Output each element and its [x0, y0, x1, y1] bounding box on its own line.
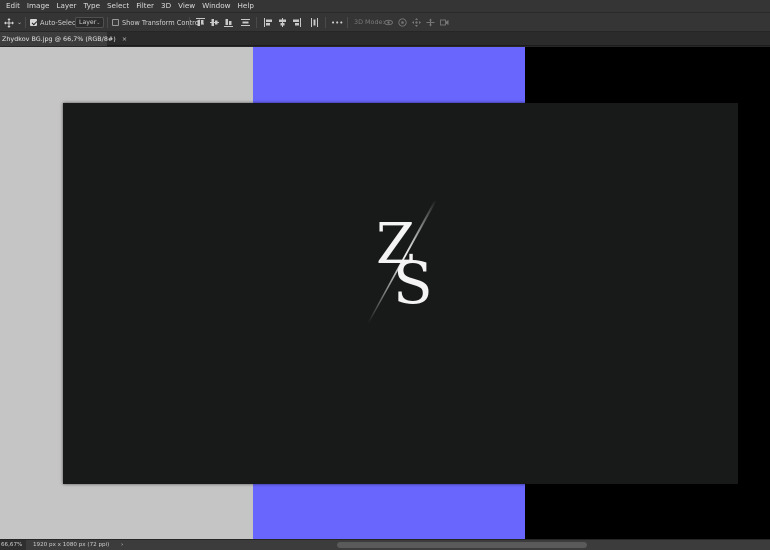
- document-size-info: 1920 px x 1080 px (72 ppi): [33, 542, 110, 548]
- menu-edit[interactable]: Edit: [0, 0, 23, 12]
- slide-3d-icon[interactable]: [426, 18, 435, 27]
- menu-filter[interactable]: Filter: [133, 0, 158, 12]
- roll-3d-icon[interactable]: [398, 18, 407, 27]
- divider: [325, 17, 326, 28]
- divider: [107, 17, 108, 28]
- menu-select[interactable]: Select: [104, 0, 133, 12]
- scale-3d-icon[interactable]: [440, 18, 449, 27]
- horizontal-scroll-thumb[interactable]: [337, 542, 587, 548]
- show-transform-checkbox[interactable]: [112, 19, 119, 26]
- options-bar: ⌄ Auto-Select: Layer ⌄ Show Transform Co…: [0, 12, 770, 32]
- document-tab-title: Zhydkov BG.jpg @ 66,7% (RGB/8#): [2, 35, 116, 43]
- auto-select-toggle[interactable]: Auto-Select:: [30, 13, 80, 32]
- align-top-edges-icon[interactable]: [196, 18, 205, 27]
- auto-select-checkbox[interactable]: [30, 19, 37, 26]
- status-info-arrow-icon[interactable]: ›: [121, 540, 123, 550]
- zoom-level-field[interactable]: 66,67%: [0, 540, 26, 550]
- distribute-horizontal-icon[interactable]: [310, 18, 319, 27]
- align-left-edges-icon[interactable]: [264, 18, 273, 27]
- auto-select-target-value: Layer: [79, 19, 97, 26]
- divider: [347, 17, 348, 28]
- document-tab[interactable]: Zhydkov BG.jpg @ 66,7% (RGB/8#) ×: [0, 32, 127, 46]
- more-icon: •••: [331, 18, 344, 27]
- chevron-down-icon: ⌄: [17, 19, 23, 26]
- zs-logo: Z S: [367, 201, 437, 323]
- logo-letter-s: S: [393, 249, 433, 317]
- move-tool-icon: [4, 17, 14, 28]
- align-right-edges-icon[interactable]: [292, 18, 301, 27]
- auto-select-target-dropdown[interactable]: Layer ⌄: [75, 13, 104, 32]
- document-canvas[interactable]: Z S: [63, 103, 738, 484]
- show-transform-toggle[interactable]: Show Transform Controls: [112, 13, 204, 32]
- canvas-workspace[interactable]: Z S: [0, 47, 770, 539]
- orbit-3d-icon[interactable]: [384, 18, 393, 27]
- divider: [256, 17, 257, 28]
- align-vertical-centers-icon[interactable]: [210, 18, 219, 27]
- document-tab-bar: Zhydkov BG.jpg @ 66,7% (RGB/8#) ×: [0, 32, 770, 46]
- chevron-down-icon: ⌄: [96, 19, 101, 26]
- close-icon[interactable]: ×: [122, 35, 127, 43]
- tool-preset-picker[interactable]: ⌄: [4, 13, 22, 32]
- menu-layer[interactable]: Layer: [53, 0, 80, 12]
- menu-help[interactable]: Help: [234, 0, 257, 12]
- distribute-vertical-icon[interactable]: [241, 18, 250, 27]
- menu-bar: Edit Image Layer Type Select Filter 3D V…: [0, 0, 770, 12]
- pan-3d-icon[interactable]: [412, 18, 421, 27]
- mode-3d-label: 3D Mode:: [354, 18, 385, 26]
- divider: [189, 17, 190, 28]
- menu-3d[interactable]: 3D: [158, 0, 175, 12]
- show-transform-label: Show Transform Controls: [122, 18, 205, 27]
- menu-window[interactable]: Window: [199, 0, 234, 12]
- menu-image[interactable]: Image: [23, 0, 53, 12]
- divider: [25, 17, 26, 28]
- align-horizontal-centers-icon[interactable]: [278, 18, 287, 27]
- menu-type[interactable]: Type: [80, 0, 104, 12]
- more-options-button[interactable]: •••: [331, 13, 343, 32]
- align-bottom-edges-icon[interactable]: [224, 18, 233, 27]
- status-bar: 66,67% 1920 px x 1080 px (72 ppi) ›: [0, 539, 770, 550]
- menu-view[interactable]: View: [175, 0, 199, 12]
